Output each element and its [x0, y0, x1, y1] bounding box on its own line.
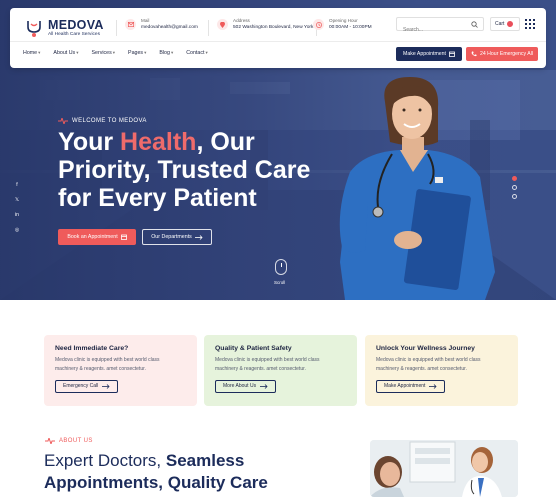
search-input[interactable] — [397, 24, 467, 36]
x-twitter-icon[interactable]: 𝕏 — [14, 197, 20, 203]
header-divider — [10, 41, 546, 42]
scroll-indicator[interactable] — [275, 259, 287, 275]
doctor-patient-photo — [370, 440, 518, 497]
mail-icon — [125, 19, 136, 30]
location-pin-icon — [217, 19, 228, 30]
heartbeat-icon — [45, 438, 55, 444]
phone-icon — [471, 51, 477, 57]
search-icon[interactable] — [471, 21, 478, 28]
hero-title: Your Health, Our Priority, Trusted Care … — [58, 128, 311, 212]
linkedin-icon[interactable]: in — [14, 212, 20, 218]
make-appointment-button[interactable]: Make Appointment — [396, 47, 462, 61]
calendar-icon — [120, 234, 127, 240]
scroll-label: Scroll — [274, 280, 286, 285]
mail-value[interactable]: medovahealth@gmail.com — [141, 24, 198, 31]
nav-blog[interactable]: Blog ▾ — [159, 50, 173, 56]
nurse-photo — [339, 77, 495, 300]
chevron-down-icon: ▾ — [170, 50, 174, 55]
grid-menu-icon[interactable] — [525, 19, 535, 29]
social-links: f 𝕏 in ◎ — [14, 182, 20, 233]
about-title: Expert Doctors, Seamless Appointments, Qu… — [44, 451, 268, 492]
slider-dots — [512, 176, 517, 199]
chevron-down-icon: ▾ — [38, 50, 41, 55]
chevron-down-icon: ▾ — [144, 50, 147, 55]
info-card-wellness: Unlock Your Wellness Journey Medova clin… — [365, 335, 518, 406]
logo[interactable]: MEDOVA All Health Care Services — [24, 18, 104, 38]
chevron-down-icon: ▾ — [76, 50, 79, 55]
nav-contact[interactable]: Contact ▾ — [186, 50, 208, 56]
logo-tagline: All Health Care Services — [48, 31, 100, 37]
hours-info: Opening Hour 00:00AM - 10:00PM — [313, 18, 372, 31]
book-appointment-button[interactable]: Book an Appointment — [58, 229, 136, 245]
about-tag: ABOUT US — [45, 438, 93, 444]
divider — [116, 20, 117, 36]
card-make-appointment-button[interactable]: Make Appointment — [376, 379, 446, 393]
nav-home[interactable]: Home ▾ — [23, 50, 40, 56]
nav-pages[interactable]: Pages ▾ — [128, 50, 146, 56]
arrow-right-icon — [260, 383, 268, 389]
our-departments-button[interactable]: Our Departments — [142, 229, 212, 245]
slider-dot-2[interactable] — [512, 185, 517, 190]
cart-badge — [507, 21, 514, 27]
welcome-tagline: WELCOME TO MEDOVA — [58, 118, 147, 124]
site-header: MEDOVA All Health Care Services Mail med… — [10, 8, 546, 68]
slider-dot-3[interactable] — [512, 194, 517, 199]
more-about-us-button[interactable]: More About Us — [215, 379, 277, 393]
nav-services[interactable]: Services ▾ — [91, 50, 115, 56]
info-card-quality-safety: Quality & Patient Safety Medova clinic i… — [204, 335, 357, 406]
heartbeat-icon — [58, 118, 68, 124]
facebook-icon[interactable]: f — [14, 182, 20, 188]
chevron-down-icon: ▾ — [112, 50, 116, 55]
logo-name: MEDOVA — [48, 17, 104, 32]
clock-icon — [313, 19, 324, 30]
instagram-icon[interactable]: ◎ — [14, 227, 20, 233]
divider — [208, 20, 209, 36]
chevron-down-icon: ▾ — [205, 50, 208, 55]
slider-dot-1[interactable] — [512, 176, 517, 181]
arrow-right-icon — [429, 383, 437, 389]
hours-value: 00:00AM - 10:00PM — [329, 25, 372, 30]
emergency-call-button[interactable]: Emergency Call — [55, 379, 119, 393]
address-value: 502 Washington Boulevard, New York — [233, 25, 314, 30]
search-box — [396, 17, 484, 36]
arrow-right-icon — [194, 234, 203, 240]
main-nav: Home ▾ About Us ▾ Services ▾ Pages ▾ Blog ▾ C… — [23, 50, 208, 56]
nav-about-us[interactable]: About Us ▾ — [53, 50, 78, 56]
mail-info: Mail medovahealth@gmail.com — [125, 18, 198, 31]
address-info: Address 502 Washington Boulevard, New Yo… — [217, 18, 313, 31]
calendar-icon — [449, 51, 455, 57]
arrow-right-icon — [102, 383, 110, 389]
cart-button[interactable]: Cart — [490, 17, 520, 31]
stethoscope-logo-icon — [27, 21, 41, 37]
emergency-button[interactable]: 24 Hour Emergency All — [466, 47, 538, 61]
info-card-immediate-care: Need Immediate Care? Medova clinic is eq… — [44, 335, 197, 406]
